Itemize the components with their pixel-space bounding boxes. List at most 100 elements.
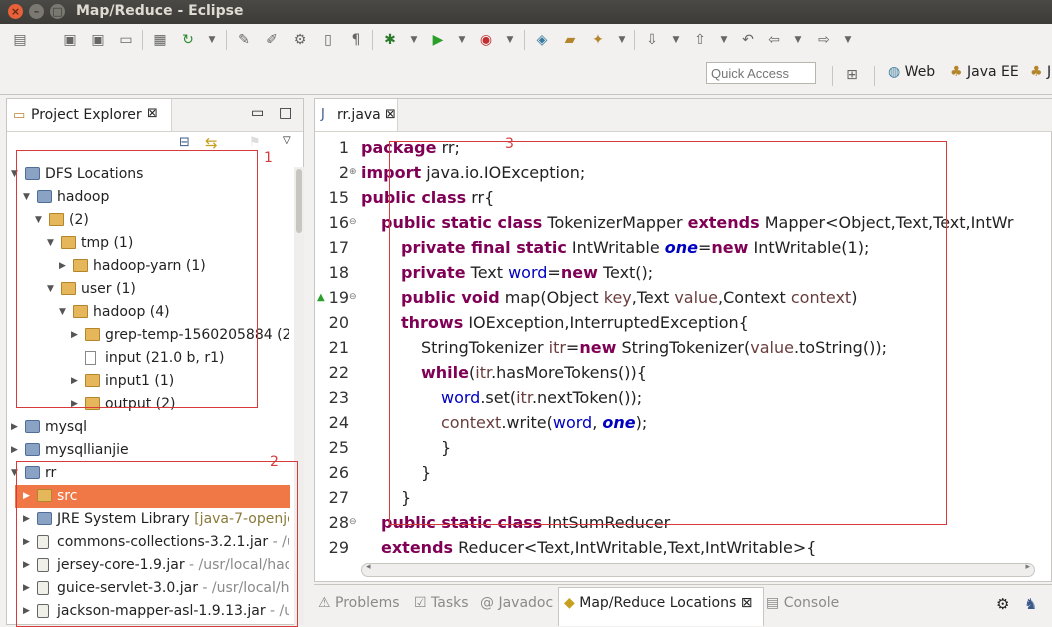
show-whitespace-icon[interactable]: ▯ <box>318 30 338 50</box>
line-number: 22 <box>328 363 349 382</box>
refresh-icon[interactable]: ↻ <box>178 30 198 50</box>
chevron-down-icon[interactable]: ▼ <box>666 30 686 50</box>
tree-item-label: mysql <box>45 416 87 439</box>
main-toolbar: ▤ ▣ ▣ ▭ ▦ ↻ ▼ ✎ ✐ ⚙ ▯ ¶ ✱ ▼ ▶ ▼ ◉ ▼ ◈ ▰ … <box>0 24 1052 58</box>
folder-icon: ▭ <box>13 108 26 123</box>
fold-collapse-icon[interactable]: ⊖ <box>349 510 357 535</box>
fold-collapse-icon[interactable]: ⊖ <box>349 285 357 310</box>
forward-icon[interactable]: ⇨ <box>814 30 834 50</box>
print-icon[interactable]: ▭ <box>116 30 136 50</box>
scroll-right-icon[interactable]: ▸ <box>1025 562 1030 572</box>
tab-console[interactable]: ▤ Console <box>766 595 839 611</box>
toggle-mark-icon[interactable]: ✎ <box>234 30 254 50</box>
perspective-java-button[interactable]: ♣ J <box>1030 64 1051 80</box>
chevron-down-icon[interactable]: ▼ <box>714 30 734 50</box>
search-icon[interactable]: ✦ <box>588 30 608 50</box>
override-marker-icon: ▲ <box>317 292 325 303</box>
line-number: 24 <box>328 413 349 432</box>
window-title: Map/Reduce - Eclipse <box>76 3 244 19</box>
close-window-button[interactable]: × <box>8 4 23 19</box>
tab-project-explorer[interactable]: ▭ Project Explorer ⊠ <box>7 99 172 131</box>
line-number: 21 <box>328 338 349 357</box>
tab-javadoc[interactable]: @ Javadoc <box>480 595 553 611</box>
tab-rr-java[interactable]: J rr.java ⊠ <box>315 99 398 131</box>
horizontal-scrollbar[interactable]: ◂ ▸ <box>361 562 1035 577</box>
project-explorer-tabbar: ▭ Project Explorer ⊠ ▭ □ <box>7 99 303 132</box>
new-server-icon[interactable]: ▦ <box>150 30 170 50</box>
perspective-label: Java EE <box>967 64 1019 80</box>
new-java-project-icon[interactable]: ◈ <box>532 30 552 50</box>
maximize-view-icon[interactable]: □ <box>279 105 292 121</box>
tree-item[interactable]: ▶ mysqllianjie <box>7 439 289 462</box>
tree-item[interactable]: ▶ mysql <box>7 416 289 439</box>
tab-problems[interactable]: ⚠ Problems <box>318 595 400 611</box>
tab-tasks[interactable]: ☑ Tasks <box>414 595 469 611</box>
tab-label: Console <box>783 595 840 611</box>
tab-label: Project Explorer <box>31 107 142 123</box>
console-icon: ▤ <box>766 595 780 611</box>
chevron-down-icon[interactable]: ▼ <box>202 30 222 50</box>
code-token: extends <box>381 538 454 557</box>
code-line[interactable]: 29 extends Reducer<Text,IntWritable,Text,… <box>315 535 1051 559</box>
back-icon[interactable]: ⇦ <box>764 30 784 50</box>
view-menu-icon[interactable]: ▽ <box>283 135 291 146</box>
tree-item-text: mysql <box>45 419 87 435</box>
collapse-all-icon[interactable]: ⊟ <box>179 135 190 150</box>
chevron-down-icon[interactable]: ▼ <box>404 30 424 50</box>
new-location-icon[interactable]: ⚙ <box>996 595 1009 613</box>
tab-label: Map/Reduce Locations <box>579 595 737 611</box>
mapreduce-icon: ◆ <box>564 595 575 611</box>
annotation-box-1 <box>16 150 258 408</box>
elephant-icon[interactable]: ♞ <box>1024 595 1037 613</box>
last-edit-icon[interactable]: ↶ <box>738 30 758 50</box>
filter-icon[interactable]: ⚑ <box>249 135 261 150</box>
close-icon[interactable]: ⊠ <box>385 107 396 122</box>
chevron-down-icon[interactable]: ▼ <box>452 30 472 50</box>
external-tools-icon[interactable]: ◉ <box>476 30 496 50</box>
save-all-icon[interactable]: ▣ <box>88 30 108 50</box>
scrollbar-thumb[interactable] <box>296 169 302 233</box>
collapsed-arrow-icon[interactable]: ▶ <box>11 439 18 462</box>
collapsed-arrow-icon[interactable]: ▶ <box>11 416 18 439</box>
editor-tabbar: J rr.java ⊠ <box>315 99 1052 132</box>
minimize-window-button[interactable]: – <box>29 4 44 19</box>
java-file-icon: J <box>321 107 325 122</box>
project-icon <box>25 443 40 456</box>
maximize-window-button[interactable]: □ <box>50 4 65 19</box>
debug-icon[interactable]: ✱ <box>380 30 400 50</box>
minimize-view-icon[interactable]: ▭ <box>251 105 264 121</box>
chevron-down-icon[interactable]: ▼ <box>838 30 858 50</box>
open-perspective-icon[interactable]: ⊞ <box>842 65 862 85</box>
annotation-box-3 <box>389 141 947 525</box>
line-number: 18 <box>328 263 349 282</box>
paragraph-icon[interactable]: ¶ <box>346 30 366 50</box>
tab-label: Javadoc <box>498 595 554 611</box>
block-selection-icon[interactable]: ⚙ <box>290 30 310 50</box>
perspective-label: Web <box>904 64 936 80</box>
toggle-breadcrumb-icon[interactable]: ✐ <box>262 30 282 50</box>
run-icon[interactable]: ▶ <box>428 30 448 50</box>
tab-label: Problems <box>335 595 400 611</box>
new-icon[interactable]: ▤ <box>10 30 30 50</box>
tab-mapreduce-locations[interactable]: ◆ Map/Reduce Locations ⊠ <box>564 595 752 611</box>
quick-access-input[interactable] <box>706 62 816 84</box>
perspective-javaee-button[interactable]: ♣ Java EE <box>950 64 1019 80</box>
scroll-left-icon[interactable]: ◂ <box>366 562 371 572</box>
java-perspective-icon: ♣ <box>1030 64 1043 80</box>
close-icon[interactable]: ⊠ <box>741 595 753 611</box>
chevron-down-icon[interactable]: ▼ <box>612 30 632 50</box>
close-icon[interactable]: ⊠ <box>147 106 158 121</box>
title-bar: × – □ Map/Reduce - Eclipse <box>0 0 1052 24</box>
save-icon[interactable]: ▣ <box>60 30 80 50</box>
open-type-icon[interactable]: ▰ <box>560 30 580 50</box>
perspective-web-button[interactable]: ◍ Web <box>888 64 935 80</box>
next-annotation-icon[interactable]: ⇩ <box>642 30 662 50</box>
javadoc-icon: @ <box>480 595 494 611</box>
fold-collapse-icon[interactable]: ⊖ <box>349 210 357 235</box>
previous-annotation-icon[interactable]: ⇧ <box>690 30 710 50</box>
fold-expand-icon[interactable]: ⊕ <box>349 160 357 185</box>
chevron-down-icon[interactable]: ▼ <box>788 30 808 50</box>
chevron-down-icon[interactable]: ▼ <box>500 30 520 50</box>
bottom-panel: ⚠ Problems ☑ Tasks @ Javadoc ◆ Map/Reduc… <box>314 584 1052 626</box>
line-number: 28 <box>328 513 349 532</box>
